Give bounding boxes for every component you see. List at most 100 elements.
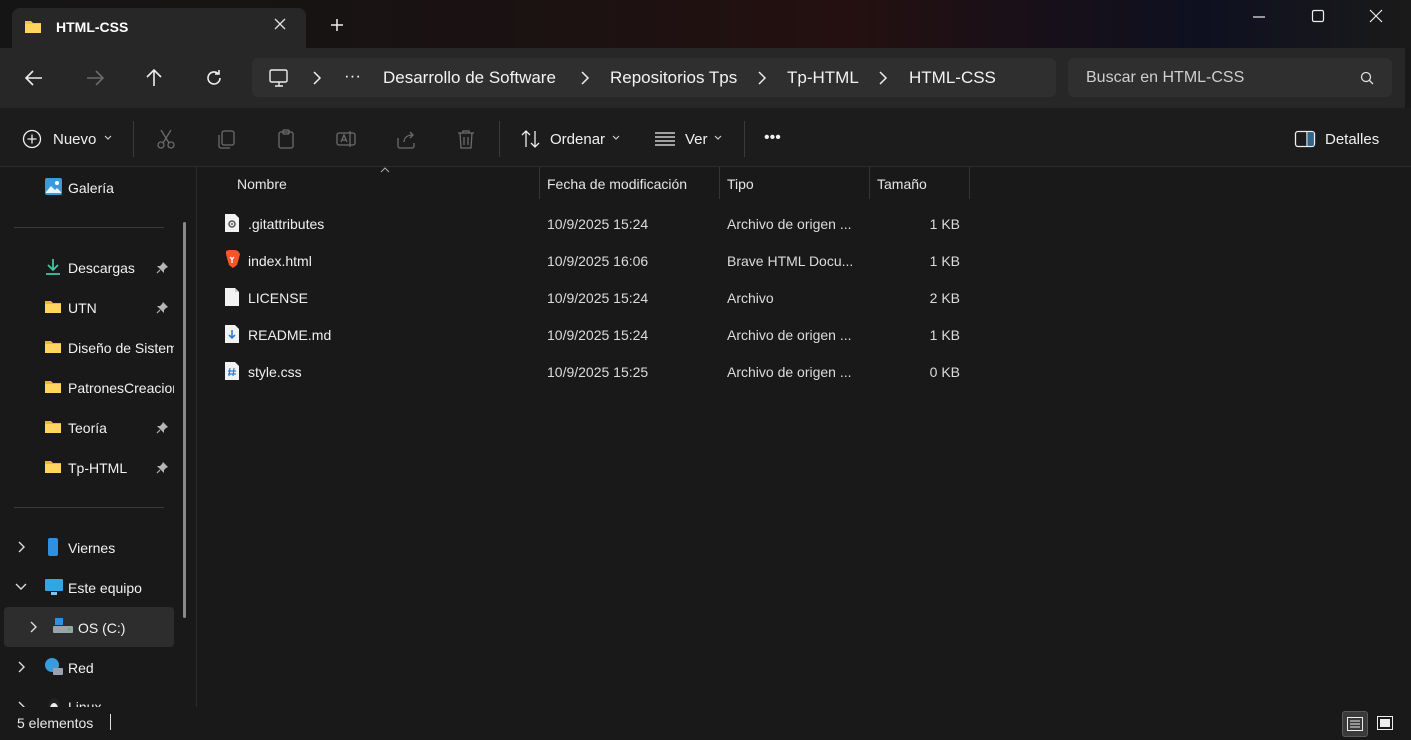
rename-icon[interactable] (335, 128, 357, 150)
pin-icon[interactable] (156, 261, 169, 274)
column-divider[interactable] (719, 167, 720, 199)
file-modified: 10/9/2025 15:24 (547, 327, 649, 343)
sort-icon[interactable] (520, 129, 542, 149)
column-header-size[interactable]: Tamaño (877, 176, 927, 192)
computer-icon[interactable] (268, 68, 290, 88)
nav-scrollbar[interactable] (183, 222, 186, 618)
column-divider[interactable] (539, 167, 540, 199)
file-name: style.css (248, 364, 302, 380)
pin-icon[interactable] (156, 421, 169, 434)
details-pane-icon[interactable] (1294, 130, 1316, 148)
chevron-right-icon[interactable] (312, 70, 322, 86)
breadcrumb-item[interactable]: Repositorios Tps (610, 68, 737, 88)
search-icon[interactable] (1360, 71, 1374, 85)
breadcrumb-item[interactable]: Tp-HTML (787, 68, 859, 88)
details-button[interactable]: Detalles (1325, 131, 1379, 148)
penguin-icon (46, 697, 62, 707)
more-options-button[interactable]: ••• (764, 129, 781, 147)
forward-icon[interactable] (85, 68, 105, 88)
table-row[interactable]: index.html 10/9/2025 16:06 Brave HTML Do… (218, 242, 978, 278)
details-view-icon (1347, 717, 1363, 731)
nav-item-teoria[interactable]: Teoría (4, 407, 174, 447)
new-icon[interactable] (22, 129, 42, 149)
details-view-button[interactable] (1342, 711, 1368, 737)
file-modified: 10/9/2025 15:24 (547, 216, 649, 232)
nav-item-patrones[interactable]: PatronesCreacionales (4, 367, 174, 407)
toolbar-divider (744, 121, 745, 157)
delete-icon[interactable] (455, 128, 477, 150)
cut-icon[interactable] (155, 128, 177, 150)
breadcrumb-overflow[interactable]: ··· (344, 66, 361, 86)
new-tab-icon[interactable] (330, 18, 344, 32)
nav-label: Descargas (68, 260, 135, 276)
chevron-right-icon[interactable] (878, 70, 888, 86)
up-icon[interactable] (144, 68, 164, 88)
status-divider (110, 714, 111, 730)
table-row[interactable]: style.css 10/9/2025 15:25 Archivo de ori… (218, 353, 978, 389)
sort-button[interactable]: Ordenar (550, 131, 605, 148)
nav-item-linux[interactable]: Linux (4, 687, 174, 707)
copy-icon[interactable] (215, 128, 237, 150)
breadcrumb-item[interactable]: Desarrollo de Software (383, 68, 556, 88)
file-type: Brave HTML Docu... (727, 253, 854, 269)
css-file-icon (224, 361, 240, 381)
pin-icon[interactable] (156, 301, 169, 314)
chevron-down-icon[interactable] (104, 135, 112, 141)
chevron-down-icon[interactable] (15, 582, 27, 592)
column-header-type[interactable]: Tipo (727, 176, 754, 192)
pin-icon[interactable] (156, 461, 169, 474)
nav-item-os-c[interactable]: OS (C:) (4, 607, 174, 647)
view-icon[interactable] (654, 131, 676, 147)
close-window-icon[interactable] (1369, 9, 1383, 23)
new-button[interactable]: Nuevo (53, 131, 96, 148)
nav-label: UTN (68, 300, 97, 316)
column-header-name[interactable]: Nombre (237, 176, 287, 192)
chevron-down-icon[interactable] (612, 135, 620, 141)
refresh-icon[interactable] (204, 68, 224, 88)
close-tab-icon[interactable] (274, 18, 286, 30)
chevron-right-icon[interactable] (16, 661, 26, 673)
folder-icon (24, 19, 42, 35)
nav-item-tp-html[interactable]: Tp-HTML (4, 447, 174, 487)
table-row[interactable]: README.md 10/9/2025 15:24 Archivo de ori… (218, 316, 978, 352)
folder-icon (44, 379, 62, 395)
file-type: Archivo de origen ... (727, 364, 852, 380)
nav-item-red[interactable]: Red (4, 647, 174, 687)
file-name: README.md (248, 327, 332, 343)
folder-icon (44, 459, 62, 475)
nav-item-descargas[interactable]: Descargas (4, 247, 174, 287)
nav-item-diseno[interactable]: Diseño de Sistemas (4, 327, 174, 367)
minimize-icon[interactable] (1252, 10, 1266, 24)
folder-icon (44, 419, 62, 435)
nav-item-este-equipo[interactable]: Este equipo (4, 567, 174, 607)
sort-arrow-icon (380, 167, 390, 173)
maximize-icon[interactable] (1311, 9, 1325, 23)
column-divider[interactable] (969, 167, 970, 199)
table-row[interactable]: LICENSE 10/9/2025 15:24 Archivo 2 KB (218, 279, 978, 315)
chevron-right-icon[interactable] (580, 70, 590, 86)
nav-label: OS (C:) (78, 620, 126, 636)
breadcrumb-current[interactable]: HTML-CSS (909, 68, 996, 88)
chevron-down-icon[interactable] (714, 135, 722, 141)
nav-item-utn[interactable]: UTN (4, 287, 174, 327)
view-button[interactable]: Ver (685, 131, 708, 148)
back-icon[interactable] (24, 68, 44, 88)
chevron-right-icon[interactable] (757, 70, 767, 86)
tiles-view-button[interactable] (1373, 711, 1397, 735)
file-size: 1 KB (929, 253, 960, 269)
column-divider[interactable] (869, 167, 870, 199)
nav-item-viernes[interactable]: Viernes (4, 527, 174, 567)
nav-label: Viernes (68, 540, 116, 556)
file-size: 1 KB (929, 216, 960, 232)
share-icon[interactable] (395, 128, 417, 150)
column-header-modified[interactable]: Fecha de modificación (547, 176, 687, 192)
chevron-right-icon[interactable] (16, 541, 26, 553)
nav-item-gallery[interactable]: Galería (4, 167, 174, 207)
drive-icon (52, 617, 74, 635)
table-row[interactable]: .gitattributes 10/9/2025 15:24 Archivo d… (218, 205, 978, 241)
toolbar-divider (133, 121, 134, 157)
nav-label: Red (68, 660, 94, 676)
nav-label: Este equipo (68, 580, 142, 596)
chevron-right-icon[interactable] (28, 621, 38, 633)
paste-icon[interactable] (275, 128, 297, 150)
